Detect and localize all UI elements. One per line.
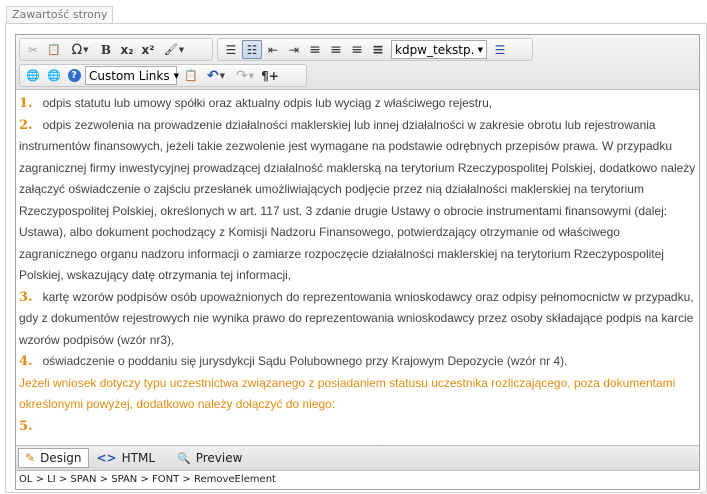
help-icon-circle: ? bbox=[67, 69, 81, 82]
bold-button[interactable]: B bbox=[96, 40, 116, 59]
editor-content[interactable]: 1. odpis statutu lub umowy spółki oraz a… bbox=[16, 90, 699, 444]
paragraph-style-icon[interactable]: ☰ bbox=[490, 40, 510, 59]
chevron-down-icon: ▼ bbox=[83, 45, 89, 54]
list-item-number: 1. bbox=[19, 96, 33, 111]
section-tab: Zawartość strony bbox=[6, 6, 114, 23]
numbered-list-icon[interactable]: ☷ bbox=[242, 40, 262, 59]
list-item-number: 5. bbox=[19, 418, 33, 434]
cut-icon[interactable]: ✂ bbox=[23, 40, 43, 59]
align-right-icon[interactable]: ≡ bbox=[347, 40, 367, 59]
content-panel: ✂ 📋 Ω ▼ B x₂ x² 🖌 ▼ ☰ ☷ ⇤ ⇥ ≡ ≡ ≡ ≡ kdpw_t… bbox=[5, 23, 707, 493]
list-item-number: 3. bbox=[19, 289, 33, 305]
subscript-button[interactable]: x₂ bbox=[117, 40, 137, 59]
custom-links-label: Custom Links bbox=[89, 68, 170, 83]
list-item-text: oświadczenie o poddaniu się jurysdykcji … bbox=[42, 354, 568, 368]
css-class-value: kdpw_tekstp... bbox=[395, 42, 474, 57]
rich-text-editor: ✂ 📋 Ω ▼ B x₂ x² 🖌 ▼ ☰ ☷ ⇤ ⇥ ≡ ≡ ≡ ≡ kdpw_t… bbox=[15, 34, 700, 490]
superscript-button[interactable]: x² bbox=[138, 40, 158, 59]
list-item-text: odpis statutu lub umowy spółki oraz aktu… bbox=[42, 96, 493, 110]
toolbar-group-paragraph: ☰ ☷ ⇤ ⇥ ≡ ≡ ≡ ≡ kdpw_tekstp... ▼ ☰ bbox=[217, 38, 533, 61]
element-path-statusbar: OL > LI > SPAN > SPAN > FONT > RemoveEle… bbox=[16, 470, 699, 488]
help-icon[interactable]: ? bbox=[65, 66, 83, 85]
toolbar-group-links: 🌐 🌐 ? Custom Links ▼ 📋 ↶ ▼ ↷ ▼ ¶+ bbox=[19, 64, 307, 87]
outdent-icon[interactable]: ⇤ bbox=[263, 40, 283, 59]
mode-bar: ✎ Design <> HTML 🔍 Preview bbox=[16, 445, 699, 470]
paste-options-icon[interactable]: 📋 bbox=[181, 66, 201, 85]
toolbar-group-formatting: ✂ 📋 Ω ▼ B x₂ x² 🖌 ▼ bbox=[19, 38, 213, 61]
brush-icon: 🖌 bbox=[163, 43, 178, 56]
preview-mode-label: Preview bbox=[195, 451, 243, 465]
omega-icon: Ω bbox=[71, 41, 83, 58]
format-brush-button[interactable]: 🖌 ▼ bbox=[159, 40, 189, 59]
list-item: 3. kartę wzorów podpisów osób upoważnion… bbox=[19, 287, 696, 352]
redo-button[interactable]: ↷ ▼ bbox=[231, 66, 259, 85]
indent-icon[interactable]: ⇥ bbox=[284, 40, 304, 59]
custom-links-dropdown[interactable]: Custom Links ▼ bbox=[85, 66, 180, 85]
magnifier-icon: 🔍 bbox=[177, 451, 191, 465]
note-text: Jeżeli wniosek dotyczy typu uczestnictwa… bbox=[19, 375, 676, 412]
chevron-down-icon: ▼ bbox=[219, 71, 226, 80]
paste-icon[interactable]: 📋 bbox=[44, 40, 64, 59]
html-mode-label: HTML bbox=[121, 451, 156, 465]
remove-link-icon[interactable]: 🌐 bbox=[44, 66, 64, 85]
list-item-text: kartę wzorów podpisów osób upoważnionych… bbox=[19, 289, 694, 347]
redo-icon: ↷ bbox=[235, 67, 248, 84]
editor-toolbar: ✂ 📋 Ω ▼ B x₂ x² 🖌 ▼ ☰ ☷ ⇤ ⇥ ≡ ≡ ≡ ≡ kdpw_t… bbox=[16, 35, 699, 90]
undo-button[interactable]: ↶ ▼ bbox=[202, 66, 230, 85]
link-manager-icon[interactable]: 🌐 bbox=[23, 66, 43, 85]
bulleted-list-icon[interactable]: ☰ bbox=[221, 40, 241, 59]
code-icon: <> bbox=[96, 451, 117, 465]
list-item-number: 4. bbox=[19, 354, 33, 369]
chevron-down-icon: ▼ bbox=[173, 71, 180, 80]
list-item-number: 2. bbox=[19, 117, 33, 133]
list-item: 5. bbox=[19, 416, 696, 438]
undo-icon: ↶ bbox=[206, 67, 219, 84]
pencil-icon: ✎ bbox=[25, 451, 36, 465]
list-item: 1. odpis statutu lub umowy spółki oraz a… bbox=[19, 93, 696, 115]
preview-mode-button[interactable]: 🔍 Preview bbox=[171, 448, 248, 468]
list-item: 4. oświadczenie o poddaniu się jurysdykc… bbox=[19, 351, 696, 373]
list-item-text: odpis zezwolenia na prowadzenie działaln… bbox=[19, 117, 696, 283]
css-class-dropdown[interactable]: kdpw_tekstp... ▼ bbox=[391, 40, 487, 59]
chevron-down-icon: ▼ bbox=[477, 45, 483, 54]
align-center-icon[interactable]: ≡ bbox=[326, 40, 346, 59]
paragraph-icon[interactable]: ¶+ bbox=[260, 66, 280, 85]
chevron-down-icon: ▼ bbox=[248, 71, 255, 80]
symbols-button[interactable]: Ω ▼ bbox=[65, 40, 95, 59]
design-mode-label: Design bbox=[40, 451, 82, 465]
chevron-down-icon: ▼ bbox=[178, 45, 185, 54]
list-item: 2. odpis zezwolenia na prowadzenie dział… bbox=[19, 115, 696, 287]
html-mode-button[interactable]: <> HTML bbox=[91, 448, 162, 468]
justify-icon[interactable]: ≡ bbox=[368, 40, 388, 59]
align-left-icon[interactable]: ≡ bbox=[305, 40, 325, 59]
design-mode-button[interactable]: ✎ Design bbox=[18, 448, 89, 468]
